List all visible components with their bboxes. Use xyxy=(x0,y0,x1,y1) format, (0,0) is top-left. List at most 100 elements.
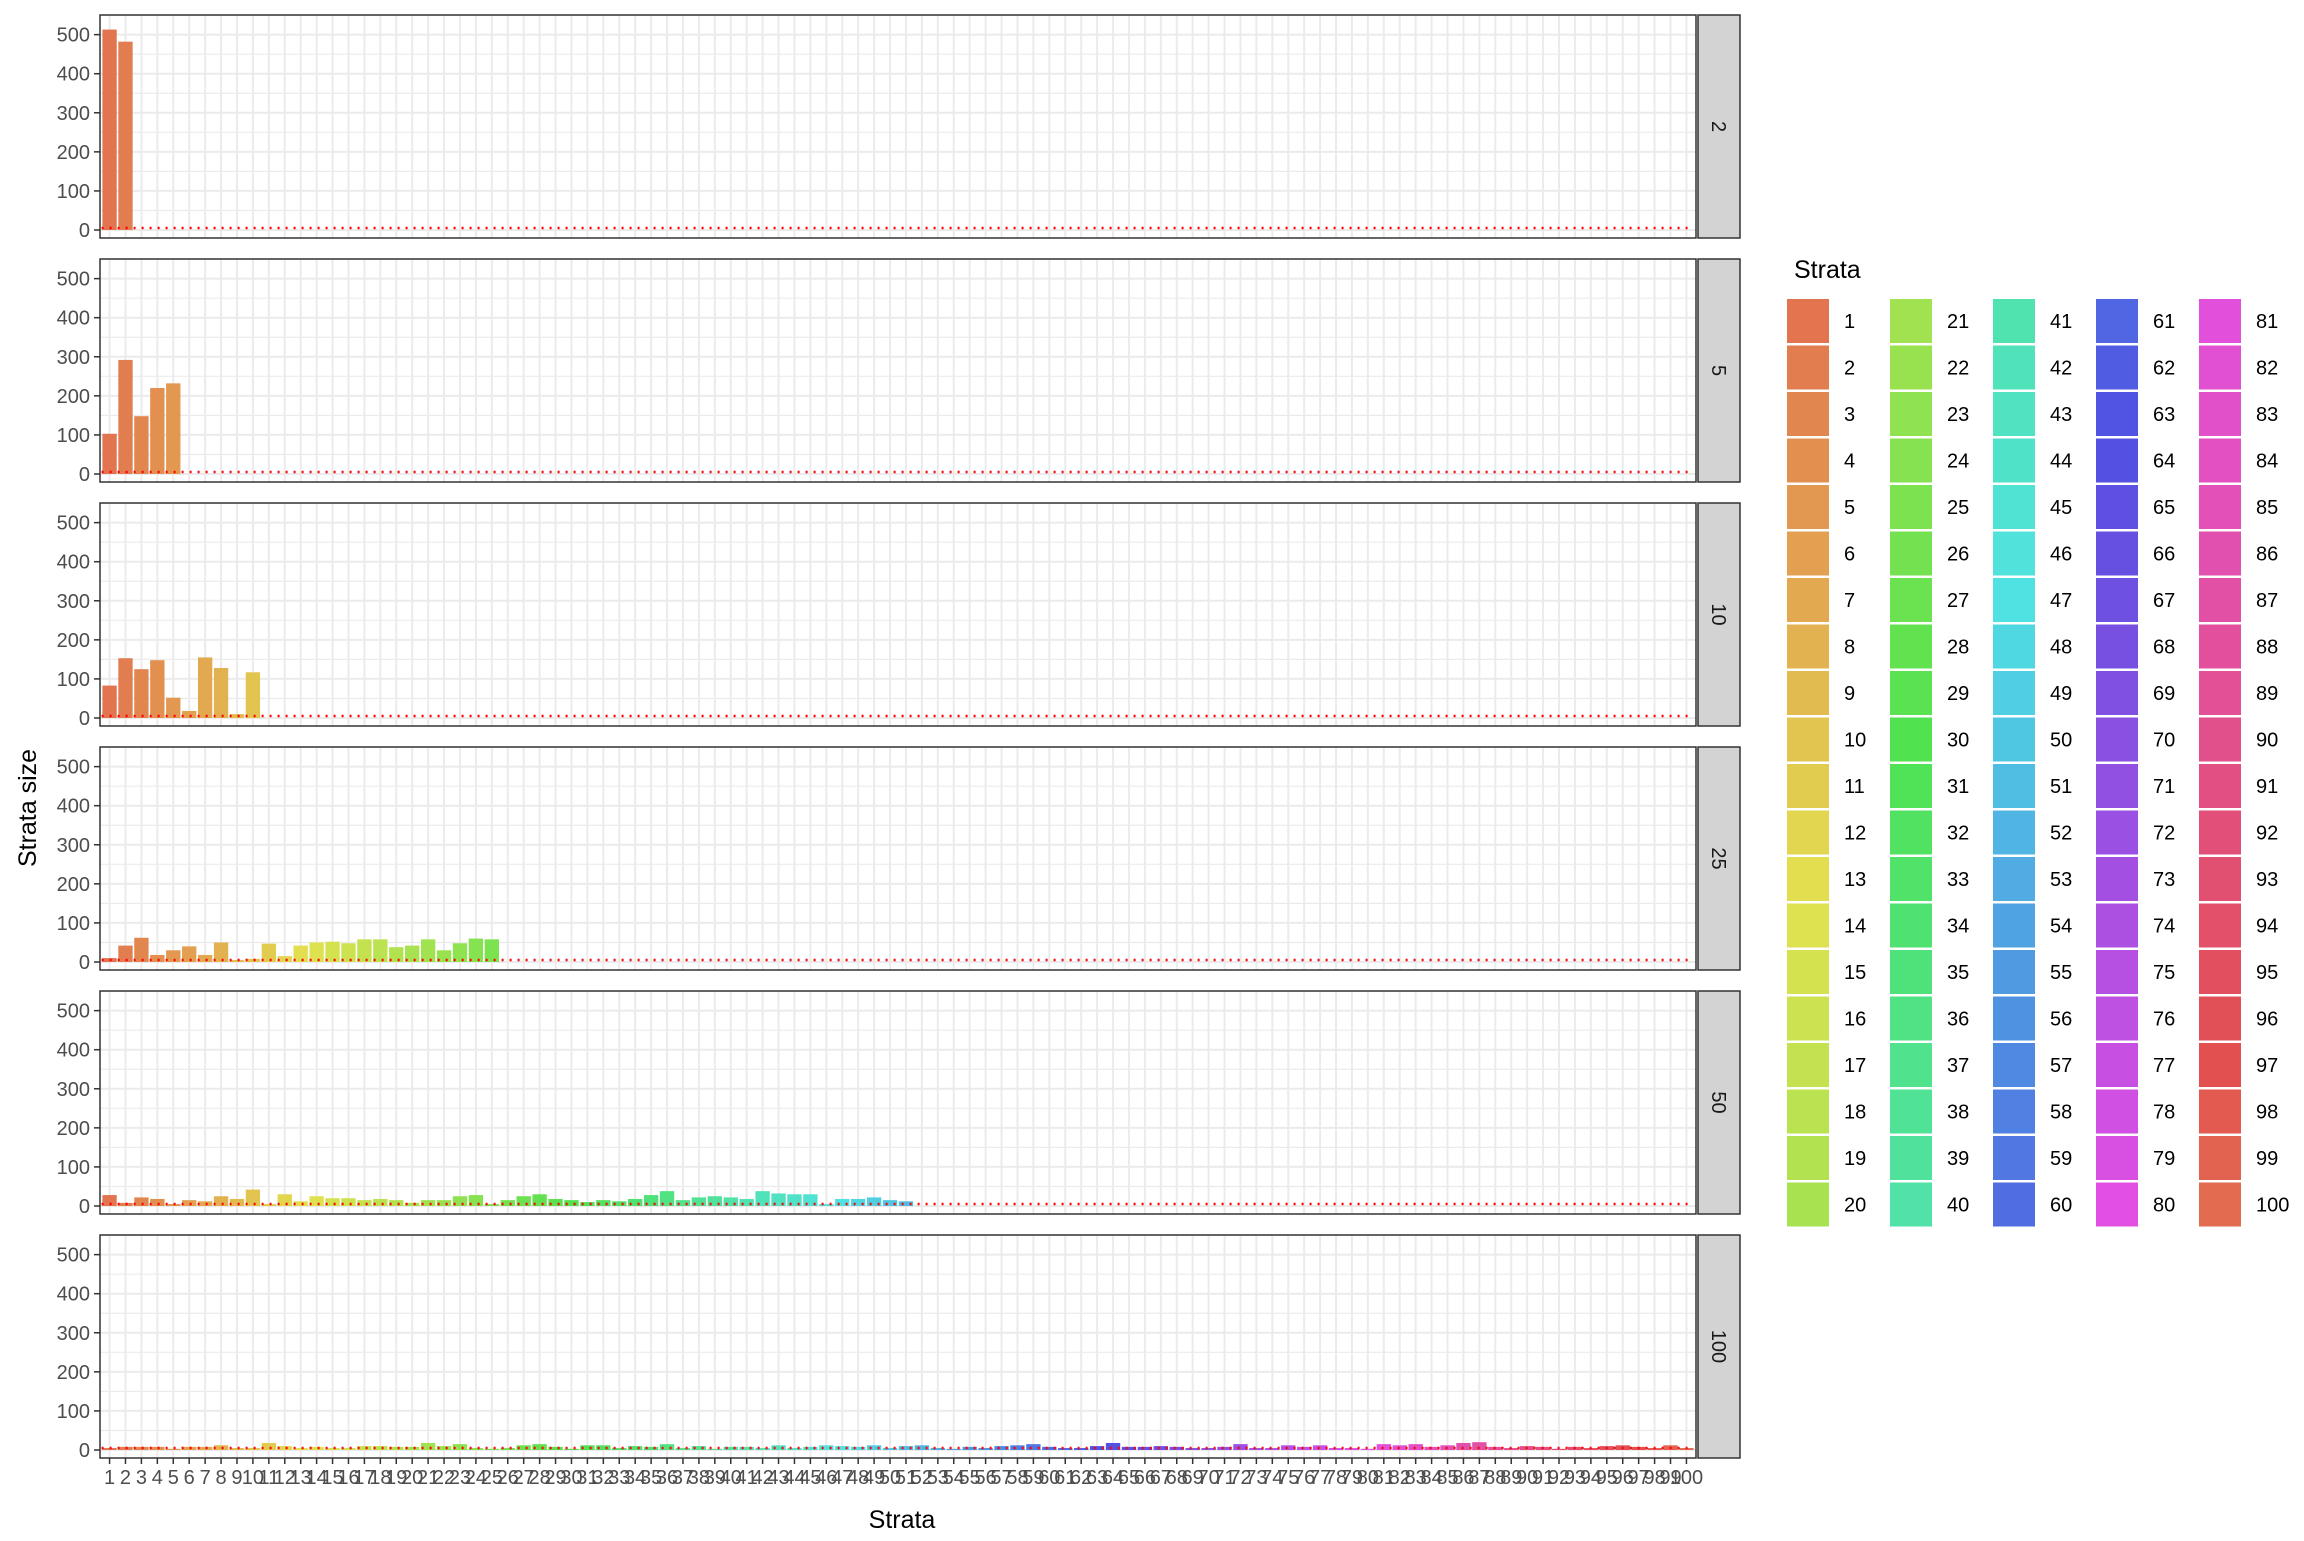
bar-100-11 xyxy=(261,1442,277,1450)
bar-100-73 xyxy=(1249,1448,1264,1450)
legend-label: 1 xyxy=(1844,311,1855,333)
legend-key xyxy=(1991,901,2037,950)
legend-label: 13 xyxy=(1844,869,1866,891)
y-tick-label: 200 xyxy=(57,630,90,652)
bar-100-8 xyxy=(213,1445,229,1450)
bar-25-5 xyxy=(166,950,181,962)
legend-item-61: 61 xyxy=(2094,297,2175,345)
facet-strip-label: 25 xyxy=(1707,847,1729,869)
y-tick-label: 500 xyxy=(57,25,90,47)
bar-50-7 xyxy=(197,1201,213,1206)
legend-label: 89 xyxy=(2256,683,2278,705)
legend-label: 91 xyxy=(2256,776,2278,798)
legend-item-3: 3 xyxy=(1785,390,1855,438)
legend-label: 72 xyxy=(2153,823,2175,845)
legend-key xyxy=(2094,901,2140,950)
legend-label: 29 xyxy=(1947,683,1969,705)
legend-key xyxy=(1888,576,1934,624)
legend-label: 58 xyxy=(2050,1102,2072,1124)
y-tick-label: 200 xyxy=(57,1362,90,1384)
y-tick-label: 0 xyxy=(79,1196,90,1218)
bar-50-3 xyxy=(134,1197,149,1206)
y-tick-label: 0 xyxy=(79,708,90,730)
legend-key xyxy=(1785,529,1831,578)
legend-label: 93 xyxy=(2256,869,2278,891)
y-tick-label: 300 xyxy=(57,591,90,613)
legend-key xyxy=(1991,390,2037,438)
legend-item-71: 71 xyxy=(2094,762,2175,810)
legend-item-17: 17 xyxy=(1785,1041,1866,1089)
bar-25-4 xyxy=(150,954,165,962)
bar-10-1 xyxy=(102,685,117,718)
legend-key xyxy=(1991,297,2037,345)
legend-item-34: 34 xyxy=(1888,901,1969,950)
bar-100-74 xyxy=(1265,1448,1280,1450)
bar-100-12 xyxy=(277,1446,292,1450)
x-tick-label: 2 xyxy=(120,1467,131,1489)
legend-label: 12 xyxy=(1844,823,1866,845)
legend-item-26: 26 xyxy=(1888,529,1969,578)
legend-item-53: 53 xyxy=(1991,855,2072,903)
legend-label: 59 xyxy=(2050,1148,2072,1170)
legend-key xyxy=(1991,622,2037,671)
legend-item-6: 6 xyxy=(1785,529,1855,578)
legend-label: 90 xyxy=(2256,730,2278,752)
legend-key xyxy=(1888,948,1934,996)
x-tick-label: 4 xyxy=(152,1467,163,1489)
legend-key xyxy=(1785,622,1831,671)
bar-25-8 xyxy=(213,942,229,962)
legend-key xyxy=(2094,762,2140,810)
legend-item-60: 60 xyxy=(1991,1180,2072,1229)
bar-25-25 xyxy=(484,939,499,962)
legend-item-21: 21 xyxy=(1888,297,1969,345)
bar-25-6 xyxy=(182,946,197,962)
y-tick-label: 500 xyxy=(57,1245,90,1267)
legend-item-74: 74 xyxy=(2094,901,2175,950)
legend-key xyxy=(1991,948,2037,996)
legend-item-38: 38 xyxy=(1888,1087,1969,1136)
legend-key xyxy=(2094,390,2140,438)
legend-label: 98 xyxy=(2256,1102,2278,1124)
bar-100-76 xyxy=(1297,1446,1312,1450)
legend-key xyxy=(2197,297,2243,345)
legend-label: 42 xyxy=(2050,358,2072,380)
legend-item-73: 73 xyxy=(2094,855,2175,903)
legend-item-22: 22 xyxy=(1888,343,1969,392)
bar-100-5 xyxy=(166,1448,181,1450)
bar-50-10 xyxy=(245,1189,261,1206)
bar-50-12 xyxy=(277,1194,292,1206)
legend-label: 38 xyxy=(1947,1102,1969,1124)
y-tick-label: 0 xyxy=(79,464,90,486)
legend-label: 8 xyxy=(1844,637,1855,659)
panel-background xyxy=(100,1235,1696,1458)
legend-key xyxy=(1785,994,1831,1043)
bar-100-79 xyxy=(1344,1448,1360,1450)
y-tick-label: 0 xyxy=(79,952,90,974)
bar-10-7 xyxy=(197,657,213,718)
legend-key xyxy=(2094,994,2140,1043)
legend-label: 44 xyxy=(2050,451,2072,473)
legend-key xyxy=(1991,576,2037,624)
legend-item-5: 5 xyxy=(1785,483,1855,531)
legend-key xyxy=(1991,1180,2037,1229)
legend-title: Strata xyxy=(1794,256,1861,284)
bar-2-2 xyxy=(118,41,133,230)
legend-label: 6 xyxy=(1844,544,1855,566)
panel-background xyxy=(100,15,1696,238)
legend-item-57: 57 xyxy=(1991,1041,2072,1089)
legend-label: 85 xyxy=(2256,497,2278,519)
legend-label: 71 xyxy=(2153,776,2175,798)
legend-item-10: 10 xyxy=(1785,715,1866,764)
legend-label: 56 xyxy=(2050,1009,2072,1031)
legend-item-89: 89 xyxy=(2197,669,2278,717)
y-tick-label: 200 xyxy=(57,142,90,164)
legend-key xyxy=(2094,436,2140,485)
y-axis-label: Strata size xyxy=(14,749,42,867)
legend-key xyxy=(2197,1180,2243,1229)
legend-item-24: 24 xyxy=(1888,436,1969,485)
legend-label: 49 xyxy=(2050,683,2072,705)
legend-label: 76 xyxy=(2153,1009,2175,1031)
bar-25-3 xyxy=(134,937,149,962)
bar-5-5 xyxy=(166,383,181,474)
legend-item-81: 81 xyxy=(2197,297,2278,345)
